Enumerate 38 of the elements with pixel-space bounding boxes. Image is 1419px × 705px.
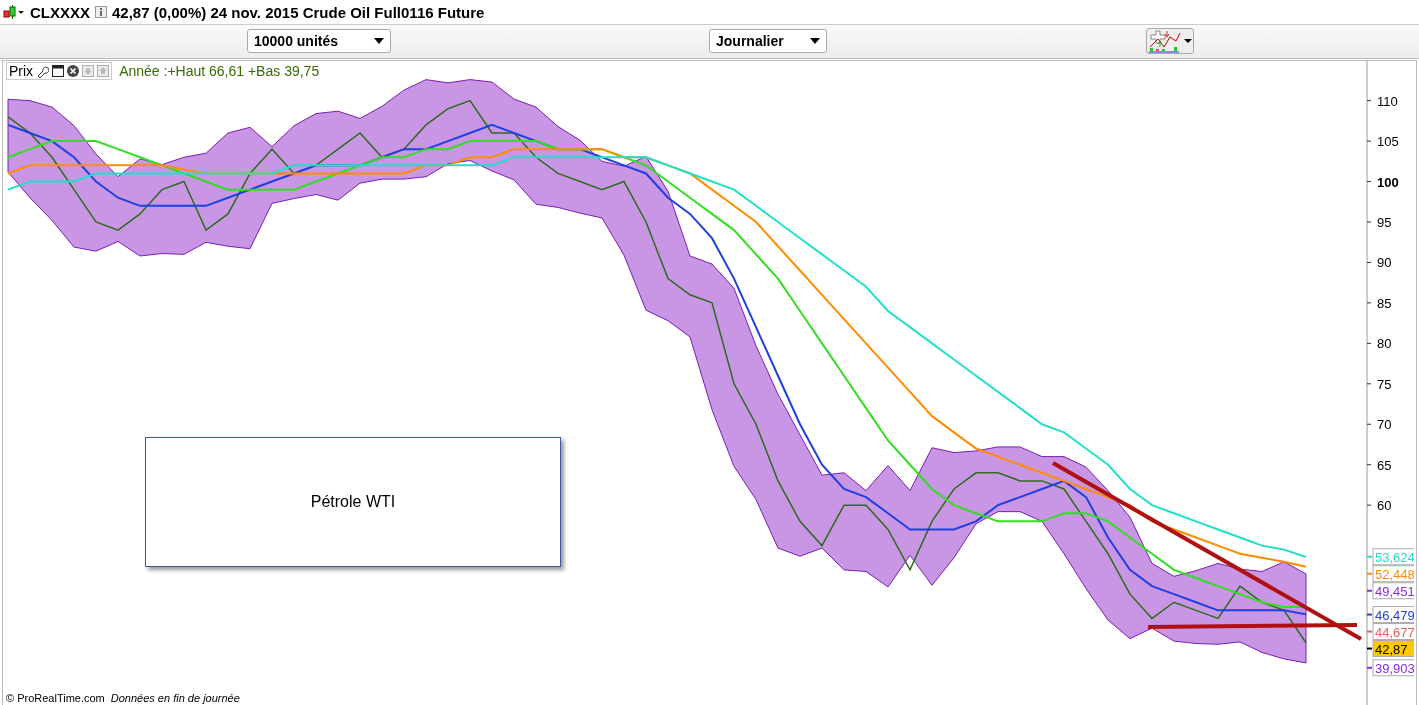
y-tick-label: 110 <box>1377 93 1398 109</box>
quantity-dropdown[interactable]: 10000 unités <box>247 29 391 53</box>
value-label: 39,903 <box>1366 659 1414 677</box>
year-range-text: Année :+Haut 66,61 +Bas 39,75 <box>119 63 320 79</box>
quote-text: 42,87 (0,00%) 24 nov. 2015 Crude Oil Full0116 Future <box>112 3 485 21</box>
info-icon[interactable] <box>95 6 107 18</box>
y-tick-label: 65 <box>1377 457 1392 473</box>
period-dropdown[interactable]: Journalier <box>709 29 827 53</box>
value-label: 53,624 <box>1366 548 1414 566</box>
value-label: 44,677 <box>1366 623 1414 641</box>
wrench-icon[interactable] <box>36 64 50 78</box>
caret-icon <box>1184 39 1192 43</box>
symbol-name: CLXXXX <box>30 3 90 21</box>
y-tick-label: 85 <box>1377 295 1392 311</box>
text-annotation: Pétrole WTI <box>145 437 561 567</box>
indicator-button[interactable] <box>1146 28 1194 54</box>
caret-icon <box>374 38 384 44</box>
close-icon[interactable] <box>67 65 80 77</box>
y-tick-label: 80 <box>1377 336 1392 352</box>
data-note-text: Données en fin de journée <box>110 692 240 704</box>
y-tick-label: 90 <box>1377 255 1392 271</box>
last-price-label: 42,87 <box>1366 640 1414 658</box>
chart-indicator-icon <box>1147 29 1181 53</box>
candlestick-icon[interactable] <box>3 5 25 19</box>
y-tick-label: 105 <box>1377 134 1399 150</box>
y-tick-label: 100 <box>1377 174 1399 190</box>
value-label: 49,451 <box>1366 582 1414 600</box>
copyright-text: © ProRealTime.com <box>6 692 105 704</box>
y-tick-label: 75 <box>1377 376 1392 392</box>
y-tick-label: 95 <box>1377 215 1392 230</box>
y-tick-label: 70 <box>1377 417 1392 433</box>
y-tick-label: 60 <box>1377 498 1392 514</box>
caret-icon <box>810 38 820 44</box>
window-icon[interactable] <box>52 65 65 77</box>
value-label: 52,448 <box>1366 565 1414 583</box>
value-label: 46,479 <box>1366 606 1414 624</box>
trend-line-drawing[interactable] <box>1052 461 1362 641</box>
price-label: Prix <box>9 63 34 79</box>
